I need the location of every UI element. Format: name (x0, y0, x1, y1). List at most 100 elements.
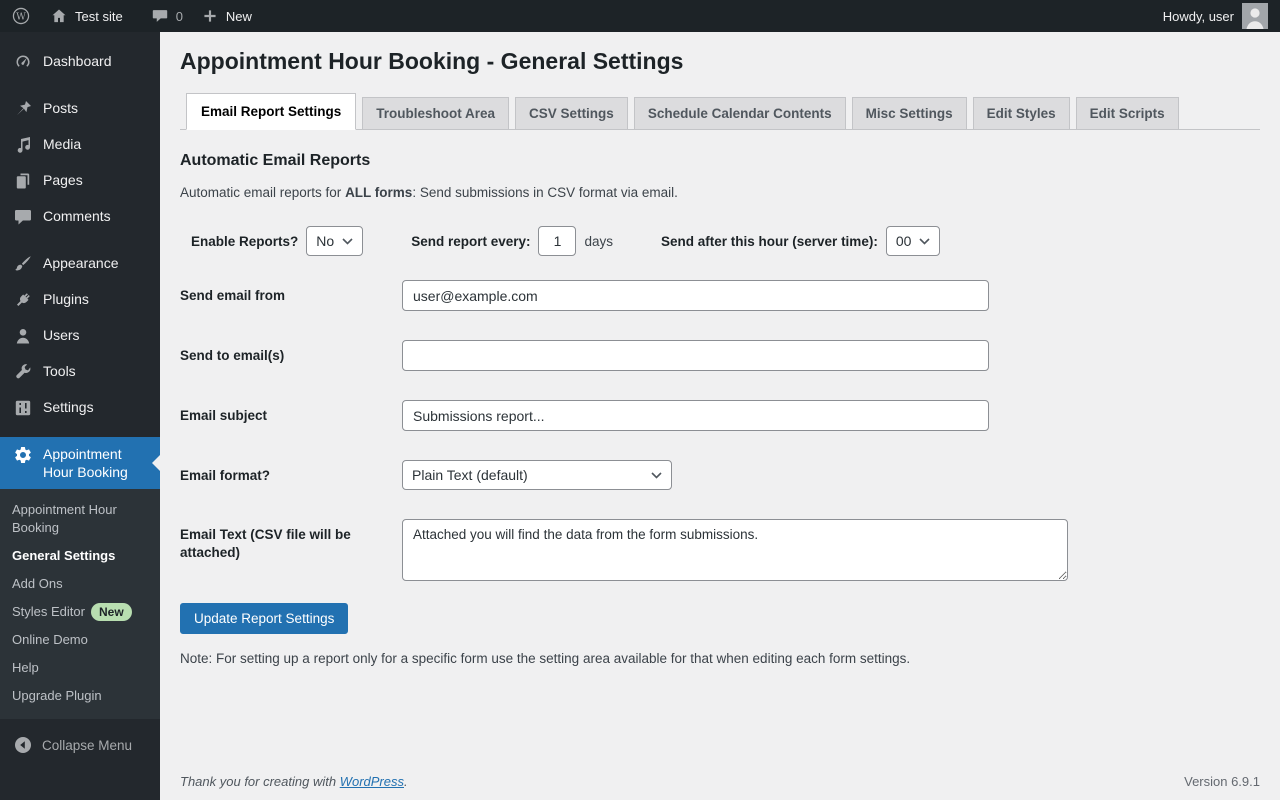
sidebar-item-label: Pages (43, 172, 83, 188)
comment-bubble-icon (152, 10, 167, 22)
dashboard-icon (16, 55, 30, 67)
sidebar-item-label: Users (43, 327, 80, 343)
collapse-arrow-icon (15, 737, 31, 753)
gear-icon (15, 446, 31, 463)
plugin-submenu: Appointment Hour Booking General Setting… (0, 489, 160, 719)
email-format-select[interactable]: Plain Text (default) (402, 460, 672, 490)
tab-schedule-calendar-contents[interactable]: Schedule Calendar Contents (633, 97, 846, 130)
sidebar-item-media[interactable]: Media (0, 127, 160, 163)
admin-bar-account[interactable]: Howdy, user (1163, 3, 1268, 29)
send-hour-group: Send after this hour (server time): 00 (661, 226, 941, 256)
footer-version: Version 6.9.1 (1184, 774, 1260, 789)
wordpress-link[interactable]: WordPress (340, 774, 404, 789)
sidebar-item-settings[interactable]: Settings (0, 390, 160, 426)
submenu-item-upgrade-plugin[interactable]: Upgrade Plugin (0, 682, 160, 710)
send-every-suffix: days (584, 233, 614, 249)
email-to-label: Send to email(s) (180, 348, 285, 363)
admin-bar-site-link[interactable]: Test site (50, 7, 123, 25)
sidebar-item-posts[interactable]: Posts (0, 91, 160, 127)
media-icon (17, 137, 31, 153)
plugins-icon (16, 293, 30, 307)
sidebar-item-tools[interactable]: Tools (0, 354, 160, 390)
submenu-item-appointment-hour-booking[interactable]: Appointment Hour Booking (0, 496, 160, 542)
enable-reports-label: Enable Reports? (191, 233, 299, 249)
sidebar-item-label: Appointment Hour Booking (43, 446, 128, 480)
svg-text:W: W (16, 11, 26, 22)
tools-icon (16, 364, 31, 379)
chevron-down-icon (651, 471, 662, 479)
collapse-menu-button[interactable]: Collapse Menu (0, 727, 160, 763)
footer-thanks: Thank you for creating with WordPress. (180, 774, 408, 789)
submenu-item-label: Styles Editor (12, 604, 85, 619)
send-hour-value: 00 (895, 233, 912, 249)
chevron-down-icon (919, 237, 930, 245)
email-format-label: Email format? (180, 468, 271, 483)
submenu-item-online-demo[interactable]: Online Demo (0, 626, 160, 654)
submenu-item-help[interactable]: Help (0, 654, 160, 682)
send-every-input[interactable] (538, 226, 577, 256)
page-title: Appointment Hour Booking - General Setti… (180, 48, 684, 74)
admin-bar: W Test site 0 New Howdy, user (0, 0, 1280, 32)
sidebar-item-plugins[interactable]: Plugins (0, 282, 160, 318)
intro-bold: ALL forms (345, 185, 413, 200)
settings-icon (15, 400, 31, 416)
email-format-value: Plain Text (default) (412, 467, 528, 483)
tab-edit-styles[interactable]: Edit Styles (972, 97, 1070, 130)
tab-misc-settings[interactable]: Misc Settings (851, 97, 967, 130)
send-hour-label: Send after this hour (server time): (661, 233, 878, 249)
sidebar-item-pages[interactable]: Pages (0, 163, 160, 199)
main-content: Appointment Hour Booking - General Setti… (160, 32, 1280, 800)
email-to-input[interactable] (402, 340, 989, 371)
settings-tabs: Email Report Settings Troubleshoot Area … (180, 93, 1260, 130)
email-subject-input[interactable] (402, 400, 989, 431)
collapse-menu-label: Collapse Menu (42, 737, 133, 753)
wordpress-logo-menu[interactable]: W (12, 7, 30, 25)
wordpress-logo-icon: W (12, 7, 30, 25)
admin-menu: Dashboard Posts Media Pages Comments App… (0, 32, 160, 489)
admin-sidebar: Dashboard Posts Media Pages Comments App… (0, 32, 160, 800)
email-from-input[interactable] (402, 280, 989, 311)
tab-edit-scripts[interactable]: Edit Scripts (1075, 97, 1179, 130)
new-label: New (225, 8, 252, 24)
email-text-textarea[interactable]: Attached you will find the data from the… (402, 519, 1068, 581)
tab-email-report-settings[interactable]: Email Report Settings (186, 93, 357, 130)
sidebar-item-appointment-hour-booking[interactable]: Appointment Hour Booking (0, 437, 160, 489)
plus-icon (204, 10, 216, 22)
report-settings-row: Enable Reports? No Send report every: da… (191, 226, 1260, 256)
comments-icon (15, 210, 32, 225)
tab-csv-settings[interactable]: CSV Settings (515, 97, 628, 130)
sidebar-item-appearance[interactable]: Appearance (0, 246, 160, 282)
email-format-row: Email format? Plain Text (default) (180, 460, 1260, 490)
email-subject-label: Email subject (180, 408, 268, 423)
email-from-row: Send email from (180, 280, 1260, 311)
site-name: Test site (75, 8, 123, 24)
update-report-settings-button[interactable]: Update Report Settings (180, 603, 349, 634)
submenu-item-styles-editor[interactable]: Styles Editor New (0, 598, 160, 626)
users-icon (16, 329, 30, 344)
sidebar-item-dashboard[interactable]: Dashboard (0, 44, 160, 80)
sidebar-item-label: Tools (43, 363, 76, 379)
tab-troubleshoot-area[interactable]: Troubleshoot Area (362, 97, 510, 130)
howdy-text: Howdy, user (1162, 8, 1234, 24)
send-every-group: Send report every: days (411, 226, 613, 256)
sidebar-item-label: Posts (43, 100, 79, 116)
sidebar-item-label: Plugins (43, 291, 89, 307)
admin-bar-comments[interactable]: 0 (151, 7, 183, 25)
sidebar-item-label: Media (43, 136, 82, 152)
enable-reports-select[interactable]: No (306, 226, 364, 256)
admin-bar-new[interactable]: New (201, 7, 252, 25)
sidebar-item-comments[interactable]: Comments (0, 199, 160, 235)
submenu-item-add-ons[interactable]: Add Ons (0, 570, 160, 598)
pages-icon (16, 173, 30, 189)
comments-count: 0 (175, 8, 183, 24)
section-title: Automatic Email Reports (180, 152, 371, 169)
thanks-suffix: . (404, 774, 408, 789)
email-subject-row: Email subject (180, 400, 1260, 431)
submenu-item-general-settings[interactable]: General Settings (0, 542, 160, 570)
wordpress-admin-screen: W Test site 0 New Howdy, user Dashboard … (0, 0, 1280, 800)
send-every-label: Send report every: (411, 233, 531, 249)
sidebar-item-users[interactable]: Users (0, 318, 160, 354)
footer: Thank you for creating with WordPress. V… (180, 774, 1260, 789)
posts-icon (16, 101, 31, 116)
send-hour-select[interactable]: 00 (885, 226, 941, 256)
